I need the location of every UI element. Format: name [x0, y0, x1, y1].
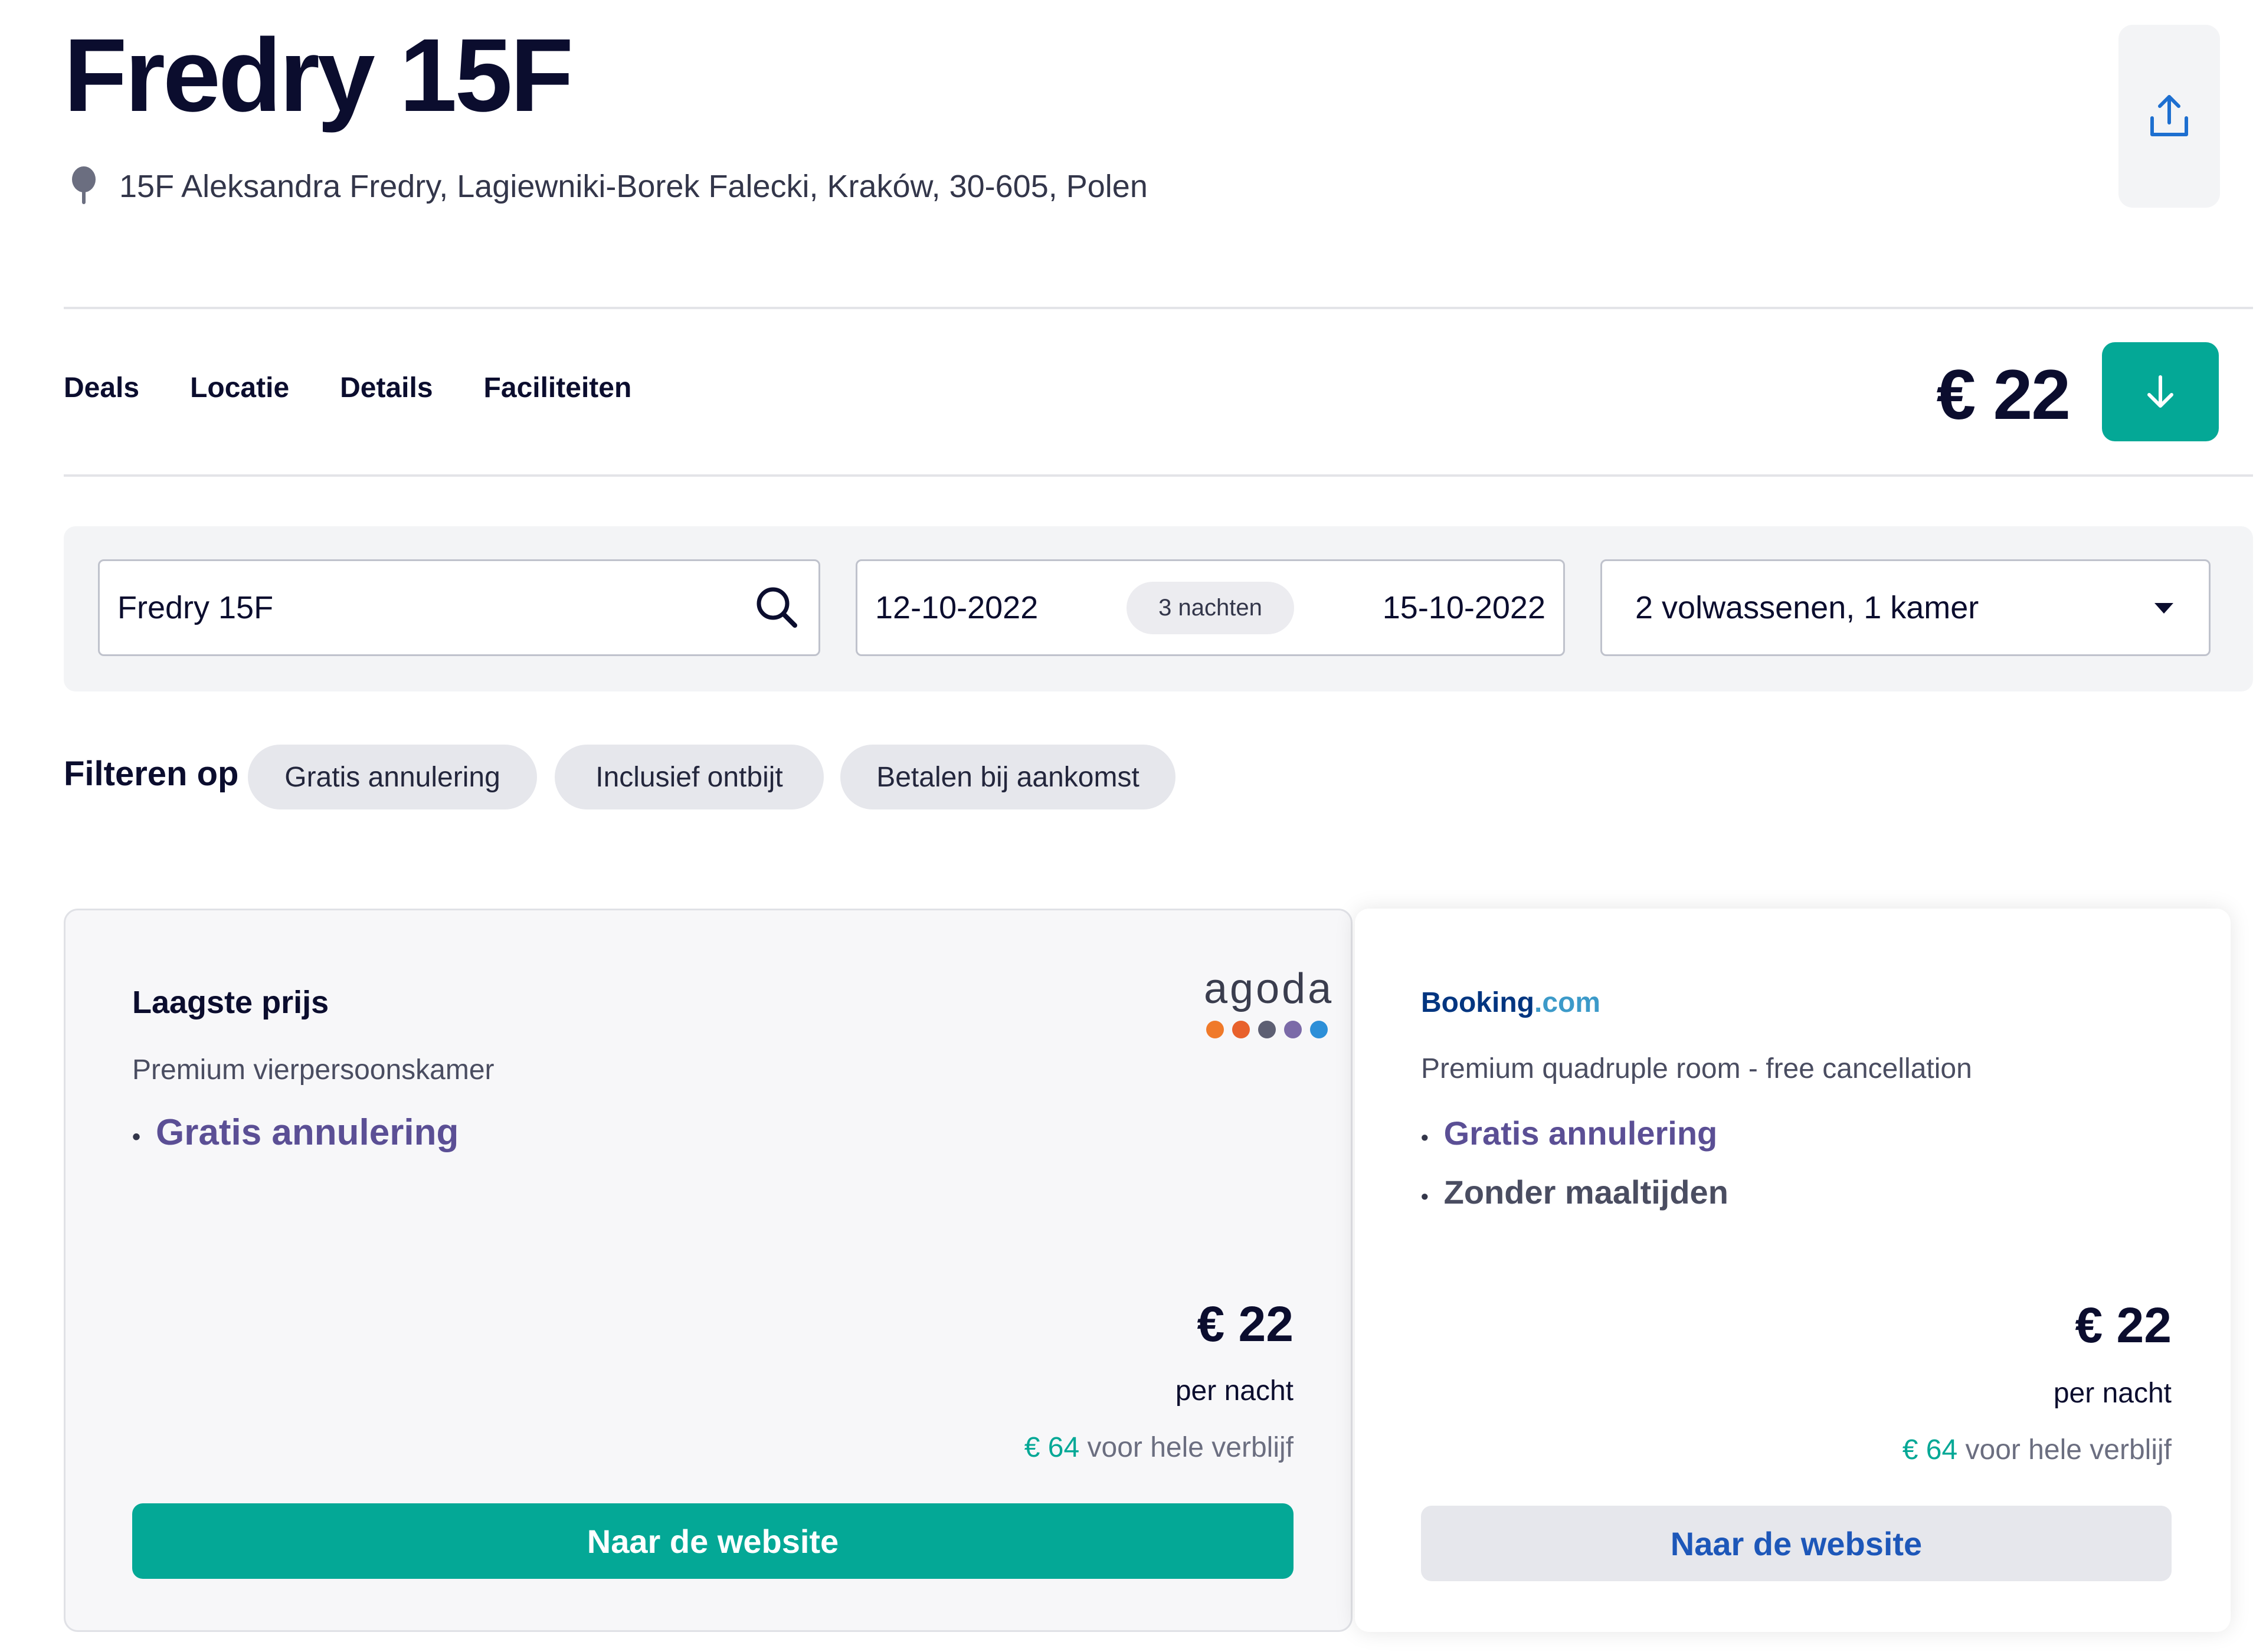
checkout-date[interactable]: 15-10-2022: [1383, 589, 1545, 626]
go-to-website-button[interactable]: Naar de website: [132, 1503, 1294, 1579]
filter-chip-free-cancellation[interactable]: Gratis annulering: [248, 745, 537, 809]
scroll-to-deals-button[interactable]: [2102, 342, 2219, 441]
share-upload-icon: [2150, 95, 2188, 136]
filter-chip-pay-on-arrival[interactable]: Betalen bij aankomst: [840, 745, 1175, 809]
per-night-label: per nacht: [2053, 1378, 2172, 1409]
total-amount: € 64: [1024, 1432, 1080, 1463]
guests-select[interactable]: 2 volwassenen, 1 kamer: [1600, 559, 2211, 656]
booking-logo: Booking.com: [1421, 986, 1600, 1019]
agoda-logo: agoda: [1204, 968, 1334, 1041]
destination-field[interactable]: Fredry 15F: [98, 559, 820, 656]
hotel-address: 15F Aleksandra Fredry, Lagiewniki-Borek …: [119, 169, 1148, 204]
room-name: Premium vierpersoonskamer: [132, 1054, 495, 1086]
agoda-dot: [1206, 1021, 1224, 1038]
agoda-dot: [1284, 1021, 1302, 1038]
header-price: € 22: [1936, 355, 2071, 434]
filter-chip-breakfast[interactable]: Inclusief ontbijt: [555, 745, 824, 809]
share-button[interactable]: [2118, 25, 2220, 208]
guests-value: 2 volwassenen, 1 kamer: [1635, 590, 1979, 625]
total-stay-price: € 64 voor hele verblijf: [1024, 1431, 1294, 1464]
per-night-label: per nacht: [1175, 1375, 1294, 1407]
feature-text: Gratis annulering: [1443, 1115, 1718, 1152]
bullet: •: [1421, 1125, 1429, 1149]
nights-badge: 3 nachten: [1127, 581, 1294, 634]
search-icon[interactable]: [754, 584, 801, 631]
address-row: 15F Aleksandra Fredry, Lagiewniki-Borek …: [66, 165, 1148, 208]
agoda-logo-text: agoda: [1204, 965, 1334, 1012]
section-tabs: Deals Locatie Details Faciliteiten: [64, 372, 631, 404]
arrow-down-icon: [2147, 375, 2173, 408]
total-suffix: voor hele verblijf: [1087, 1432, 1294, 1463]
map-pin-icon: [72, 166, 96, 204]
room-name: Premium quadruple room - free cancellati…: [1421, 1053, 1972, 1084]
caret-down-icon: [2154, 603, 2173, 614]
go-to-website-button[interactable]: Naar de website: [1421, 1506, 2172, 1581]
date-range-field[interactable]: 12-10-2022 3 nachten 15-10-2022: [856, 559, 1565, 656]
agoda-logo-dots: [1204, 1021, 1334, 1041]
booking-logo-suffix: .com: [1534, 987, 1601, 1018]
bullet: •: [1421, 1184, 1429, 1208]
top-divider: [64, 307, 2253, 309]
deal-price: € 22: [2075, 1297, 2172, 1353]
nav-divider: [64, 474, 2253, 477]
filter-label: Filteren op: [64, 755, 239, 793]
feature-item: • Gratis annulering: [1421, 1114, 1717, 1152]
agoda-dot: [1258, 1021, 1276, 1038]
deal-heading: Laagste prijs: [132, 985, 329, 1020]
deal-price: € 22: [1197, 1296, 1294, 1352]
feature-item: • Gratis annulering: [132, 1112, 459, 1153]
feature-text: Zonder maaltijden: [1443, 1174, 1728, 1211]
feature-item: • Zonder maaltijden: [1421, 1173, 1728, 1211]
booking-logo-text: Booking: [1421, 987, 1534, 1018]
page-title: Fredry 15F: [64, 18, 574, 133]
tab-deals[interactable]: Deals: [64, 372, 139, 404]
tab-faciliteiten[interactable]: Faciliteiten: [484, 372, 632, 404]
feature-text: Gratis annulering: [156, 1112, 459, 1153]
bullet: •: [132, 1124, 141, 1150]
agoda-dot: [1310, 1021, 1328, 1038]
tab-locatie[interactable]: Locatie: [190, 372, 289, 404]
agoda-dot: [1232, 1021, 1250, 1038]
total-suffix: voor hele verblijf: [1965, 1434, 2172, 1466]
tab-details[interactable]: Details: [340, 372, 433, 404]
total-amount: € 64: [1902, 1434, 1958, 1466]
total-stay-price: € 64 voor hele verblijf: [1902, 1434, 2172, 1466]
checkin-date[interactable]: 12-10-2022: [875, 589, 1038, 626]
destination-value: Fredry 15F: [117, 590, 274, 625]
